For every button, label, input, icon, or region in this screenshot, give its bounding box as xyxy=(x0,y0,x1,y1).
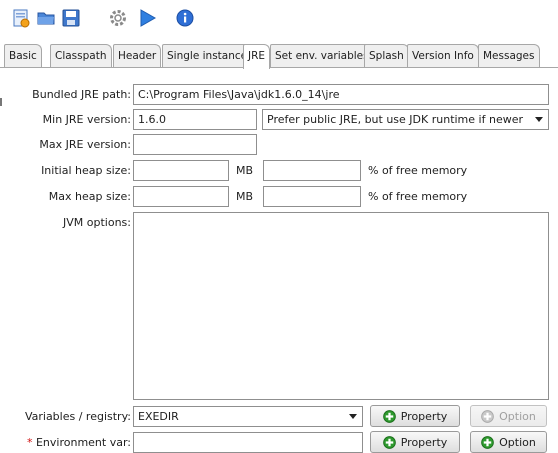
save-icon[interactable] xyxy=(60,7,82,29)
tab-classpath[interactable]: Classpath xyxy=(50,44,112,68)
variables-registry-select[interactable]: EXEDIR xyxy=(133,406,363,427)
environment-var-input[interactable] xyxy=(133,432,363,453)
max-jre-label: Max JRE version: xyxy=(39,138,131,151)
add-property-label: Property xyxy=(400,409,448,423)
initial-heap-label: Initial heap size: xyxy=(41,164,131,177)
jvm-options-label: JVM options: xyxy=(63,216,131,229)
build-play-icon[interactable] xyxy=(136,7,158,29)
bundled-jre-path-input[interactable]: C:\Program Files\Java\jdk1.6.0_14\jre xyxy=(133,84,549,105)
max-heap-input[interactable] xyxy=(133,186,229,207)
tab-divider xyxy=(0,67,558,68)
required-asterisk: * xyxy=(26,436,33,449)
gear-icon[interactable] xyxy=(107,7,129,29)
jvm-options-textarea[interactable] xyxy=(133,212,549,400)
add-env-option-label: Option xyxy=(499,435,536,449)
environment-var-label: * Environment var: xyxy=(27,436,131,449)
plus-icon xyxy=(382,409,396,423)
max-heap-mb-unit: MB xyxy=(236,190,254,203)
toolbar xyxy=(0,0,558,36)
add-env-property-button[interactable]: Property xyxy=(370,431,460,453)
max-heap-percent-unit: % of free memory xyxy=(368,190,468,203)
initial-heap-mb-unit: MB xyxy=(236,164,254,177)
variables-registry-label: Variables / registry: xyxy=(24,410,131,423)
add-env-property-label: Property xyxy=(400,435,448,449)
tab-basic[interactable]: Basic xyxy=(4,44,42,68)
initial-heap-percent-unit: % of free memory xyxy=(368,164,468,177)
add-option-label-disabled: Option xyxy=(499,409,536,423)
tab-strip: Basic Classpath Header Single instance J… xyxy=(0,44,558,69)
initial-heap-percent-input[interactable] xyxy=(263,160,361,181)
min-jre-label: Min JRE version: xyxy=(42,113,131,126)
add-property-button[interactable]: Property xyxy=(370,405,460,427)
tab-splash[interactable]: Splash xyxy=(364,44,409,68)
min-jre-version-input[interactable]: 1.6.0 xyxy=(133,109,257,130)
plus-icon xyxy=(481,409,494,423)
initial-heap-input[interactable] xyxy=(133,160,229,181)
variables-registry-value: EXEDIR xyxy=(138,410,179,423)
tab-single-instance[interactable]: Single instance xyxy=(162,44,253,68)
plus-icon xyxy=(382,435,396,449)
open-folder-icon[interactable] xyxy=(35,7,57,29)
tab-messages[interactable]: Messages xyxy=(478,44,540,68)
environment-var-label-text: Environment var: xyxy=(35,436,131,449)
info-icon[interactable] xyxy=(174,7,196,29)
add-option-button-disabled: Option xyxy=(470,405,547,427)
new-config-icon[interactable] xyxy=(10,7,32,29)
max-heap-percent-input[interactable] xyxy=(263,186,361,207)
plus-icon xyxy=(481,435,494,449)
jdk-preference-select[interactable]: Prefer public JRE, but use JDK runtime i… xyxy=(262,109,549,130)
add-env-option-button[interactable]: Option xyxy=(470,431,547,453)
tab-set-env-variables[interactable]: Set env. variables xyxy=(270,44,374,68)
jdk-preference-value: Prefer public JRE, but use JDK runtime i… xyxy=(267,113,523,126)
max-jre-version-input[interactable] xyxy=(133,134,257,155)
max-heap-label: Max heap size: xyxy=(48,190,131,203)
tab-jre[interactable]: JRE xyxy=(243,44,271,69)
chevron-down-icon xyxy=(349,414,357,419)
bundled-jre-label: Bundled JRE path: xyxy=(32,88,131,101)
divider-tick xyxy=(0,98,2,106)
tab-header[interactable]: Header xyxy=(113,44,162,68)
chevron-down-icon xyxy=(535,117,543,122)
tab-version-info[interactable]: Version Info xyxy=(407,44,479,68)
